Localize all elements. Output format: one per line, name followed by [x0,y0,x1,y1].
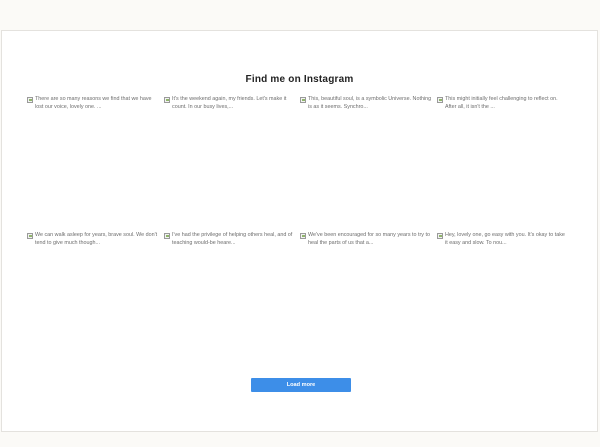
instagram-post-1[interactable]: There are so many reasons we find that w… [27,96,159,216]
broken-image-icon [27,97,33,103]
post-alt-text: It's the weekend again, my friends. Let'… [172,96,296,111]
broken-image-icon [164,97,170,103]
instagram-post-2[interactable]: It's the weekend again, my friends. Let'… [164,96,296,216]
instagram-post-grid: There are so many reasons we find that w… [2,31,597,431]
broken-image-icon [437,97,443,103]
load-more-button[interactable]: Load more [251,378,351,392]
instagram-post-5[interactable]: We can walk asleep for years, brave soul… [27,232,159,352]
broken-image-icon [300,97,306,103]
post-alt-text: There are so many reasons we find that w… [35,96,159,111]
broken-image-icon [164,233,170,239]
broken-image-icon [300,233,306,239]
post-alt-text: We've been encouraged for so many years … [308,232,432,247]
instagram-post-6[interactable]: I've had the privilege of helping others… [164,232,296,352]
instagram-post-8[interactable]: Hey, lovely one, go easy with you. It's … [437,232,569,352]
broken-image-icon [27,233,33,239]
instagram-feed-panel: Find me on Instagram There are so many r… [1,30,598,432]
post-alt-text: This, beautiful soul, is a symbolic Univ… [308,96,432,111]
post-alt-text: We can walk asleep for years, brave soul… [35,232,159,247]
post-alt-text: I've had the privilege of helping others… [172,232,296,247]
instagram-post-3[interactable]: This, beautiful soul, is a symbolic Univ… [300,96,432,216]
broken-image-icon [437,233,443,239]
instagram-post-4[interactable]: This might initially feel challenging to… [437,96,569,216]
post-alt-text: Hey, lovely one, go easy with you. It's … [445,232,569,247]
instagram-post-7[interactable]: We've been encouraged for so many years … [300,232,432,352]
post-alt-text: This might initially feel challenging to… [445,96,569,111]
